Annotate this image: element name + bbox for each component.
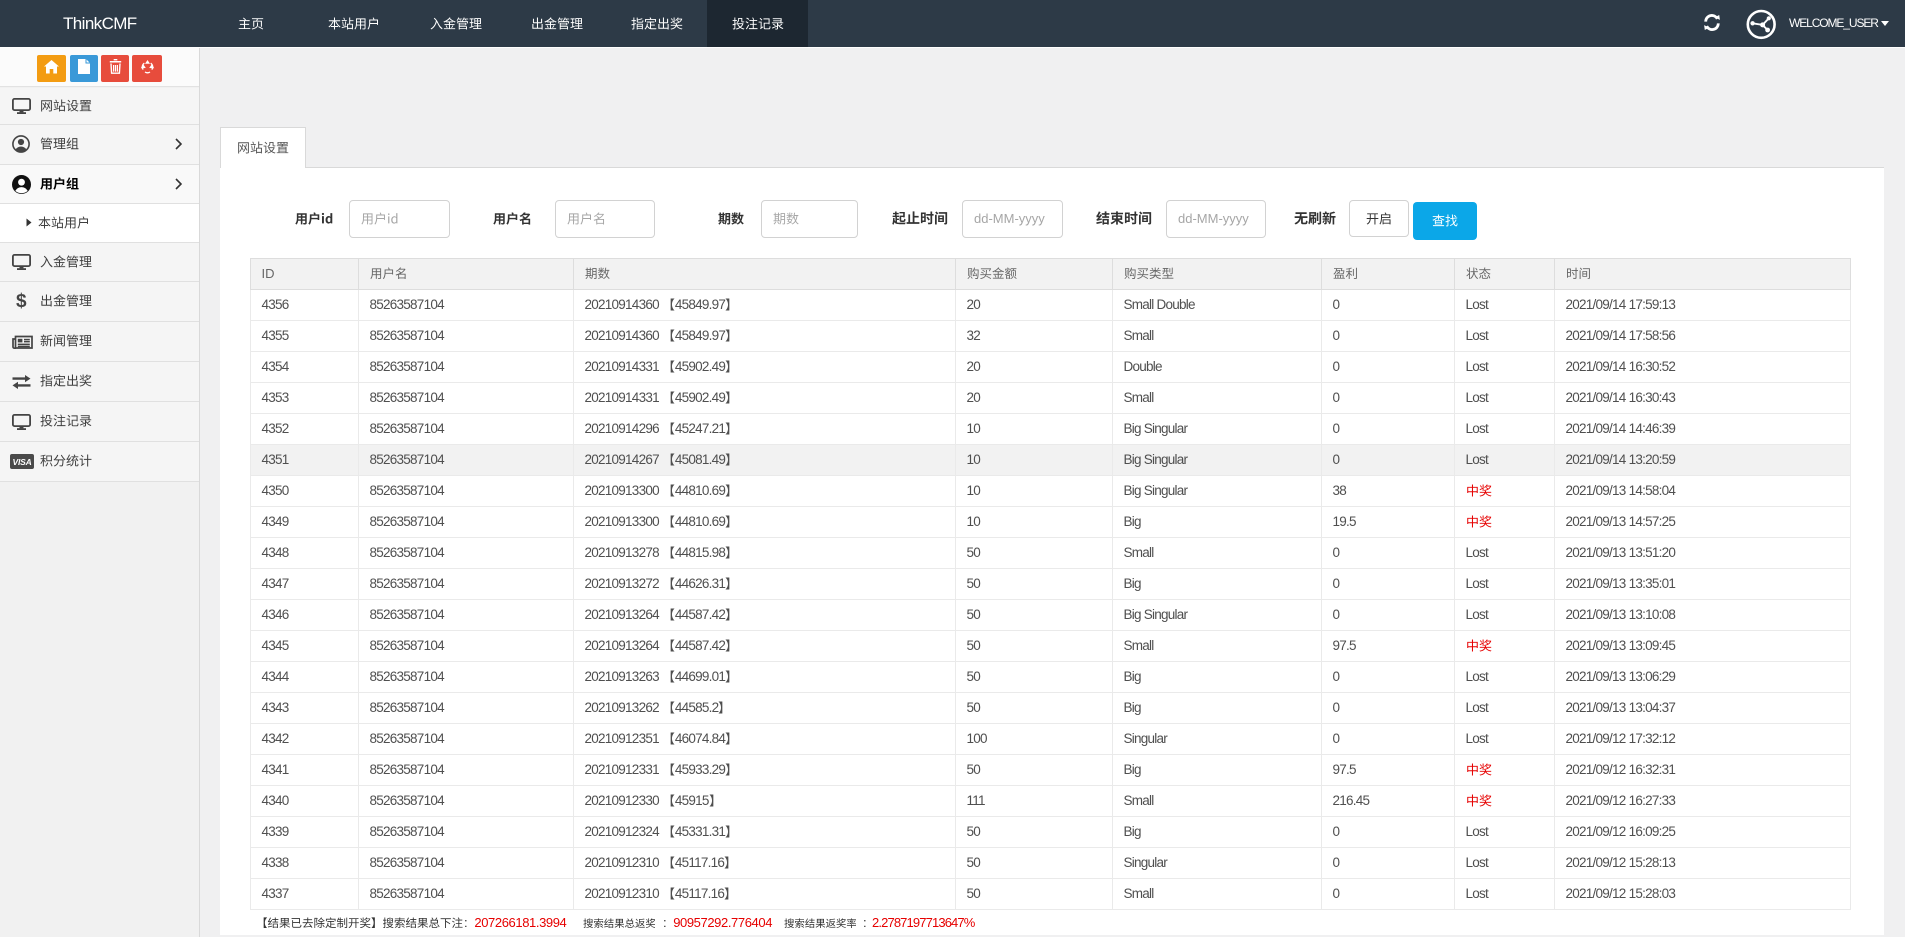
svg-text:VISA: VISA (12, 457, 31, 467)
